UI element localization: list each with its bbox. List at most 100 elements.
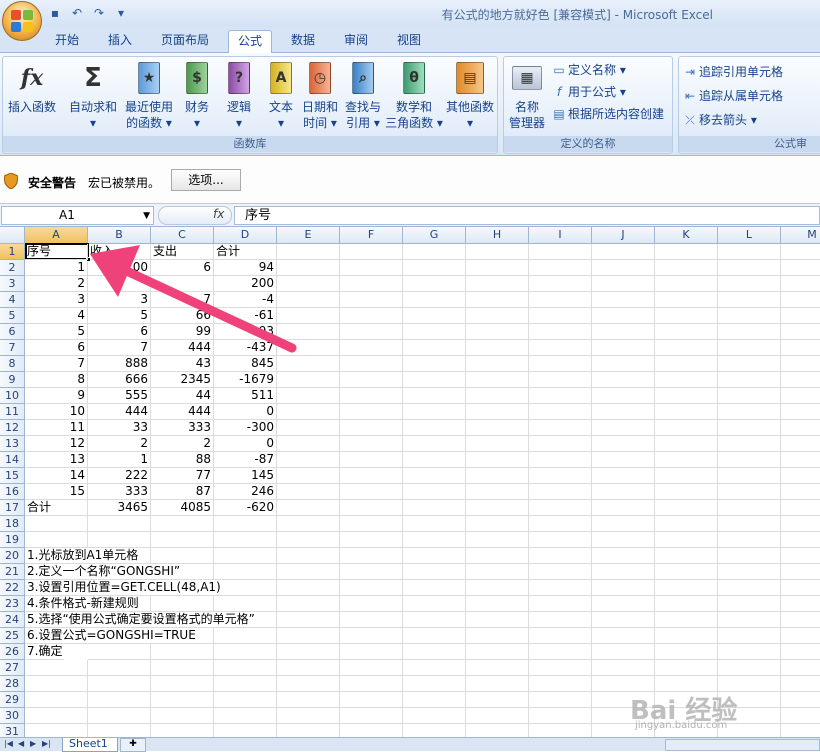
cell-g22[interactable] [403,580,466,596]
column-header-j[interactable]: J [592,227,655,244]
cell-a31[interactable] [25,724,88,737]
cell-c1[interactable]: 支出 [151,244,214,260]
cell-g12[interactable] [403,420,466,436]
cell-c5[interactable]: 66 [151,308,214,324]
cell-m1[interactable] [781,244,820,260]
cell-m25[interactable] [781,628,820,644]
cell-f15[interactable] [340,468,403,484]
cell-k2[interactable] [655,260,718,276]
cell-g14[interactable] [403,452,466,468]
cell-b13[interactable]: 2 [88,436,151,452]
cell-e29[interactable] [277,692,340,708]
trace-precedents-button[interactable]: ⇥ 追踪引用单元格 [683,63,783,81]
cell-a7[interactable]: 6 [25,340,88,356]
cell-m13[interactable] [781,436,820,452]
cell-b15[interactable]: 222 [88,468,151,484]
cell-e27[interactable] [277,660,340,676]
cell-a18[interactable] [25,516,88,532]
cell-i14[interactable] [529,452,592,468]
sheet-tab-sheet1[interactable]: Sheet1 [62,738,118,752]
column-header-b[interactable]: B [88,227,151,244]
row-header[interactable]: 11 [0,404,25,420]
cell-d4[interactable]: -4 [214,292,277,308]
cell-d15[interactable]: 145 [214,468,277,484]
cell-b26[interactable] [88,644,151,660]
cell-c19[interactable] [151,532,214,548]
cell-j25[interactable] [592,628,655,644]
cell-i28[interactable] [529,676,592,692]
cell-g28[interactable] [403,676,466,692]
cell-e19[interactable] [277,532,340,548]
row-header[interactable]: 2 [0,260,25,276]
cell-h22[interactable] [466,580,529,596]
cell-k6[interactable] [655,324,718,340]
cell-g15[interactable] [403,468,466,484]
cell-d11[interactable]: 0 [214,404,277,420]
cell-h8[interactable] [466,356,529,372]
cell-f8[interactable] [340,356,403,372]
cell-i27[interactable] [529,660,592,676]
cell-d3[interactable]: 200 [214,276,277,292]
cell-a24[interactable]: 5.选择“使用公式确定要设置格式的单元格” [25,612,257,628]
cell-i5[interactable] [529,308,592,324]
recently-used-button[interactable]: ★ 最近使用 的函数 ▾ [121,61,177,131]
cell-e6[interactable] [277,324,340,340]
lookup-reference-button[interactable]: ⌕ 查找与 引用 ▾ [341,61,385,131]
cell-e26[interactable] [277,644,340,660]
cell-j11[interactable] [592,404,655,420]
cell-k12[interactable] [655,420,718,436]
remove-arrows-button[interactable]: ⤫ 移去箭头 ▾ [683,111,757,129]
cell-f3[interactable] [340,276,403,292]
cell-e22[interactable] [277,580,340,596]
cell-g13[interactable] [403,436,466,452]
cell-i29[interactable] [529,692,592,708]
row-header[interactable]: 7 [0,340,25,356]
cell-b1[interactable]: 收入 [88,244,151,260]
column-header-g[interactable]: G [403,227,466,244]
cell-k4[interactable] [655,292,718,308]
cell-b29[interactable] [88,692,151,708]
cell-f29[interactable] [340,692,403,708]
cell-a3[interactable]: 2 [25,276,88,292]
cell-a27[interactable] [25,660,88,676]
cell-h29[interactable] [466,692,529,708]
cell-l27[interactable] [718,660,781,676]
column-header-f[interactable]: F [340,227,403,244]
cell-h15[interactable] [466,468,529,484]
cell-b16[interactable]: 333 [88,484,151,500]
cell-l16[interactable] [718,484,781,500]
cell-k13[interactable] [655,436,718,452]
cell-j3[interactable] [592,276,655,292]
cell-f22[interactable] [340,580,403,596]
row-header[interactable]: 22 [0,580,25,596]
cell-f2[interactable] [340,260,403,276]
cell-i10[interactable] [529,388,592,404]
cell-d26[interactable] [214,644,277,660]
cell-f1[interactable] [340,244,403,260]
column-header-k[interactable]: K [655,227,718,244]
cell-k25[interactable] [655,628,718,644]
cell-e15[interactable] [277,468,340,484]
cell-f28[interactable] [340,676,403,692]
tab-view[interactable]: 视图 [388,30,430,53]
cell-m9[interactable] [781,372,820,388]
row-header[interactable]: 27 [0,660,25,676]
row-header[interactable]: 17 [0,500,25,516]
cell-l15[interactable] [718,468,781,484]
cell-j14[interactable] [592,452,655,468]
cell-g30[interactable] [403,708,466,724]
cell-m7[interactable] [781,340,820,356]
cell-a25[interactable]: 6.设置公式=GONGSHI=TRUE [25,628,198,644]
trace-dependents-button[interactable]: ⇤ 追踪从属单元格 [683,87,783,105]
row-header[interactable]: 24 [0,612,25,628]
cell-j19[interactable] [592,532,655,548]
cell-a12[interactable]: 11 [25,420,88,436]
cell-c27[interactable] [151,660,214,676]
cell-a4[interactable]: 3 [25,292,88,308]
cell-m8[interactable] [781,356,820,372]
row-header[interactable]: 25 [0,628,25,644]
cell-k17[interactable] [655,500,718,516]
cell-h2[interactable] [466,260,529,276]
cell-m27[interactable] [781,660,820,676]
cell-l19[interactable] [718,532,781,548]
